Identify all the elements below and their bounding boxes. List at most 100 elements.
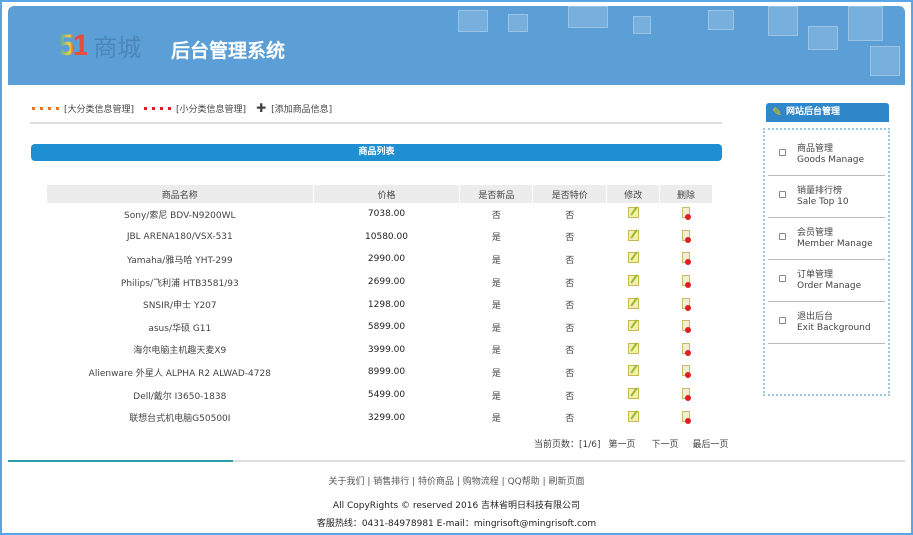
- edit-icon: [627, 207, 639, 219]
- delete-button[interactable]: [660, 406, 712, 429]
- product-name: SNSIR/申士 Y207: [142, 301, 217, 312]
- page-icon: [779, 317, 786, 324]
- edit-button[interactable]: [607, 248, 659, 271]
- edit-button[interactable]: [607, 203, 659, 226]
- col-header-new: 是否新品: [460, 185, 533, 203]
- next-page-link[interactable]: 下一页: [652, 437, 679, 450]
- table-row: Alienware 外星人 ALPHA R2 ALWAD-4728 8999.00…: [47, 361, 712, 384]
- edit-button[interactable]: [607, 226, 659, 249]
- product-price: 7038.00: [367, 209, 406, 220]
- nav-add-product[interactable]: ✚ [添加商品信息]: [256, 101, 332, 115]
- product-name: 联想台式机电脑G50500I: [129, 414, 231, 425]
- col-header-price: 价格: [313, 185, 460, 203]
- product-name: 海尔电脑主机趣天麦X9: [133, 346, 227, 357]
- product-price: 3299.00: [367, 412, 406, 423]
- sidebar-item-en: Member Manage: [797, 239, 873, 249]
- col-header-name: 商品名称: [47, 185, 313, 203]
- edit-button[interactable]: [607, 361, 659, 384]
- is-new: 是: [491, 391, 501, 402]
- product-price: 8999.00: [367, 367, 406, 378]
- edit-icon: [627, 229, 639, 241]
- is-new: 是: [491, 233, 501, 244]
- last-page-link[interactable]: 最后一页: [693, 437, 729, 450]
- logo-text: 商城: [93, 34, 142, 62]
- sidebar-item[interactable]: 会员管理 Member Manage: [768, 225, 885, 260]
- product-price: 3999.00: [367, 344, 406, 355]
- delete-icon: [682, 320, 692, 334]
- table-row: JBL ARENA180/VSX-531 10580.00 是 否: [47, 226, 712, 249]
- nav-category-big[interactable]: [大分类信息管理]: [32, 102, 134, 115]
- product-name: asus/华硕 G11: [148, 323, 212, 334]
- pagination: 当前页数：[1/6] 第一页 下一页 最后一页: [534, 437, 729, 450]
- sidebar-item[interactable]: 销量排行榜 Sale Top 10: [768, 183, 885, 218]
- delete-button[interactable]: [660, 384, 712, 407]
- logo-number: 51: [58, 28, 89, 62]
- delete-icon: [682, 207, 692, 221]
- product-table: 商品名称 价格 是否新品 是否特价 修改 删除 Sony/索尼 BDV-N920…: [46, 185, 713, 429]
- footer-link[interactable]: 购物流程: [463, 477, 499, 487]
- delete-icon: [682, 410, 692, 424]
- footer-link[interactable]: 刷新页面: [549, 477, 585, 487]
- product-price: 5499.00: [367, 390, 406, 401]
- sidebar-item[interactable]: 退出后台 Exit Background: [768, 309, 885, 344]
- nav-label: [大分类信息管理]: [64, 104, 135, 115]
- logo: 51 商城: [58, 28, 141, 63]
- footer-link[interactable]: 关于我们: [328, 477, 364, 487]
- nav-label: [小分类信息管理]: [176, 104, 247, 115]
- edit-icon: [627, 275, 639, 287]
- product-price: 2990.00: [367, 254, 406, 265]
- sidebar-item-en: Exit Background: [797, 323, 871, 333]
- system-title: 后台管理系统: [171, 40, 286, 62]
- edit-button[interactable]: [607, 384, 659, 407]
- delete-button[interactable]: [660, 271, 712, 294]
- col-header-special: 是否特价: [533, 185, 607, 203]
- delete-button[interactable]: [660, 226, 712, 249]
- contact-info: 客服热线：0431-84978981 E-mail：mingrisoft@min…: [316, 519, 597, 529]
- product-price: 10580.00: [365, 231, 408, 242]
- is-new: 否: [491, 210, 501, 221]
- sidebar-item[interactable]: 商品管理 Goods Manage: [768, 141, 885, 176]
- delete-button[interactable]: [660, 361, 712, 384]
- sidebar-item[interactable]: 订单管理 Order Manage: [768, 267, 885, 302]
- delete-button[interactable]: [660, 316, 712, 339]
- table-row: Philips/飞利浦 HTB3581/93 2699.00 是 否: [47, 271, 712, 294]
- delete-button[interactable]: [660, 293, 712, 316]
- edit-icon: [627, 388, 639, 400]
- sidebar-title-text: 网站后台管理: [786, 107, 841, 117]
- edit-button[interactable]: [607, 316, 659, 339]
- is-special: 否: [565, 278, 575, 289]
- footer-link[interactable]: 特价商品: [418, 477, 454, 487]
- delete-icon: [682, 342, 692, 356]
- edit-button[interactable]: [607, 293, 659, 316]
- delete-button[interactable]: [660, 248, 712, 271]
- page-icon: [779, 149, 786, 156]
- nav-category-small[interactable]: [小分类信息管理]: [144, 102, 246, 115]
- edit-button[interactable]: [607, 271, 659, 294]
- footer-divider: [8, 460, 905, 462]
- delete-button[interactable]: [660, 203, 712, 226]
- nav-label: [添加商品信息]: [271, 104, 333, 115]
- edit-button[interactable]: [607, 339, 659, 362]
- product-price: 1298.00: [367, 299, 406, 310]
- edit-icon: [627, 410, 639, 422]
- edit-button[interactable]: [607, 406, 659, 429]
- edit-icon: [627, 252, 639, 264]
- plus-green-icon: ✚: [256, 101, 267, 115]
- table-row: SNSIR/申士 Y207 1298.00 是 否: [47, 293, 712, 316]
- footer-links: 关于我们 | 销售排行 | 特价商品 | 购物流程 | QQ帮助 | 刷新页面: [328, 477, 585, 487]
- grid-orange-icon: [32, 106, 59, 110]
- footer-link[interactable]: QQ帮助: [508, 477, 540, 487]
- divider: [30, 122, 722, 124]
- sidebar-item-en: Goods Manage: [797, 155, 864, 165]
- first-page-link[interactable]: 第一页: [609, 437, 636, 450]
- pin-icon: ✎: [772, 105, 783, 119]
- is-special: 否: [565, 255, 575, 266]
- delete-button[interactable]: [660, 339, 712, 362]
- is-special: 否: [565, 210, 575, 221]
- top-nav: [大分类信息管理] [小分类信息管理] ✚ [添加商品信息]: [32, 101, 332, 115]
- is-new: 是: [491, 255, 501, 266]
- footer-link[interactable]: 销售排行: [373, 477, 409, 487]
- product-name: Philips/飞利浦 HTB3581/93: [120, 278, 239, 289]
- col-header-delete: 删除: [660, 185, 712, 203]
- is-new: 是: [491, 346, 501, 357]
